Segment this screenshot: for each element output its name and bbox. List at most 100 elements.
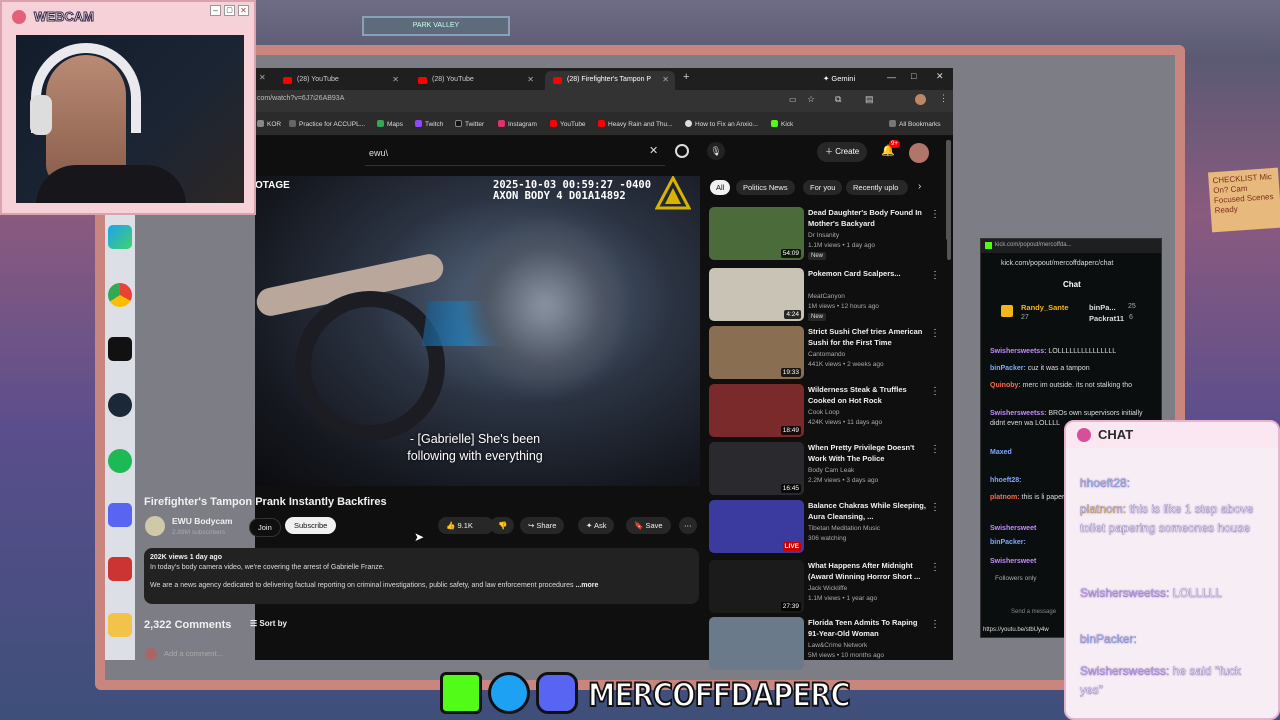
recommendation-channel[interactable]: Cantomando bbox=[808, 351, 845, 358]
recommendation-channel[interactable]: MeatCanyon bbox=[808, 293, 845, 300]
video-thumbnail[interactable]: LIVE bbox=[709, 500, 804, 553]
save-button[interactable]: 🔖 Save bbox=[626, 517, 671, 534]
tab-youtube-2[interactable]: (28) YouTube ✕ bbox=[410, 71, 540, 90]
sort-by-button[interactable]: ☰ Sort by bbox=[250, 619, 287, 628]
recommendation-title[interactable]: Dead Daughter's Body Found In Mother's B… bbox=[808, 207, 928, 229]
menu-icon[interactable]: ⋮ bbox=[939, 93, 948, 104]
discord-icon[interactable] bbox=[108, 503, 132, 527]
recommendation-item[interactable]: 19:33 Strict Sushi Chef tries American Su… bbox=[708, 326, 948, 382]
create-button[interactable]: ＋ Create bbox=[817, 142, 868, 162]
chat-username[interactable]: platnom: bbox=[990, 494, 1020, 501]
tab-youtube-1[interactable]: (28) YouTube ✕ bbox=[275, 71, 405, 90]
subscribe-button[interactable]: Subscribe bbox=[285, 517, 337, 534]
more-options-icon[interactable]: ⋮ bbox=[930, 386, 940, 397]
ask-button[interactable]: ✦ Ask bbox=[578, 517, 615, 534]
chrome-icon[interactable] bbox=[108, 283, 132, 307]
tab-close-icon[interactable]: ✕ bbox=[259, 73, 266, 82]
close-window-button[interactable]: ✕ bbox=[936, 71, 944, 82]
url-text[interactable]: com/watch?v=6J7i26AB93A bbox=[257, 95, 344, 102]
account-avatar[interactable] bbox=[909, 143, 929, 163]
clear-search-icon[interactable]: ✕ bbox=[649, 144, 658, 157]
folder-icon[interactable] bbox=[108, 613, 132, 637]
chat-username[interactable]: Maxed bbox=[990, 449, 1012, 456]
sidepanel-icon[interactable]: ▤ bbox=[865, 94, 874, 105]
chat-username[interactable]: Swishersweet bbox=[990, 525, 1036, 532]
more-options-icon[interactable]: ⋮ bbox=[930, 270, 940, 281]
star-icon[interactable]: ☆ bbox=[807, 94, 815, 105]
recommendation-title[interactable]: Pokemon Card Scalpers... bbox=[808, 268, 928, 279]
bookmark-kick[interactable]: Kick bbox=[771, 120, 793, 128]
chat-username[interactable]: binPacker: bbox=[990, 365, 1026, 372]
bookmark-heavy-rain[interactable]: Heavy Rain and Thu... bbox=[598, 120, 673, 128]
more-options-icon[interactable]: ⋮ bbox=[930, 444, 940, 455]
recommendation-channel[interactable]: Jack Wickliffe bbox=[808, 585, 847, 592]
more-options-icon[interactable]: ⋮ bbox=[930, 209, 940, 220]
sidebar-scrollbar[interactable] bbox=[946, 140, 950, 240]
add-comment-input[interactable]: Add a comment... bbox=[164, 649, 223, 658]
video-player[interactable]: OTAGE 2025-10-03 00:59:27 -0400 AXON BOD… bbox=[255, 176, 700, 486]
video-thumbnail[interactable]: 54:09 bbox=[709, 207, 804, 260]
recommendation-title[interactable]: When Pretty Privilege Doesn't Work With … bbox=[808, 442, 928, 464]
recommendation-item[interactable]: 4:24 Pokemon Card Scalpers... MeatCanyon 1M… bbox=[708, 268, 948, 324]
app-icon[interactable] bbox=[108, 557, 132, 581]
maximize-button[interactable]: □ bbox=[911, 71, 916, 81]
edge-icon[interactable] bbox=[108, 225, 132, 249]
video-thumbnail[interactable] bbox=[709, 617, 804, 670]
address-bar[interactable]: com/watch?v=6J7i26AB93A ▭ ☆ ⧉ ▤ ⋮ bbox=[255, 90, 953, 112]
video-thumbnail[interactable]: 4:24 bbox=[709, 268, 804, 321]
mic-icon[interactable]: 🎙 bbox=[707, 142, 725, 160]
chat-username[interactable]: Quinoby: bbox=[990, 382, 1021, 389]
kick-send-input[interactable]: Send a message bbox=[1011, 609, 1061, 616]
bookmark-maps[interactable]: Maps bbox=[377, 120, 403, 128]
recommendation-channel[interactable]: Law&Crime Network bbox=[808, 642, 867, 649]
bookmark-kor[interactable]: KOR bbox=[257, 120, 281, 128]
recommendation-item[interactable]: Florida Teen Admits To Raping 91-Year-Ol… bbox=[708, 617, 948, 673]
search-input[interactable]: ewu\ bbox=[365, 142, 665, 166]
recommendation-title[interactable]: Florida Teen Admits To Raping 91-Year-Ol… bbox=[808, 617, 928, 639]
recommendation-title[interactable]: Wilderness Steak & Truffles Cooked on Ho… bbox=[808, 384, 928, 406]
chip-for-you[interactable]: For you bbox=[803, 180, 843, 195]
video-thumbnail[interactable]: 27:39 bbox=[709, 560, 804, 613]
dislike-button[interactable]: 👎 bbox=[490, 517, 514, 534]
more-actions-button[interactable]: ⋯ bbox=[679, 517, 697, 534]
close-icon[interactable]: ✕ bbox=[662, 75, 669, 84]
bookmark-instagram[interactable]: Instagram bbox=[498, 120, 537, 128]
share-button[interactable]: ↪ Share bbox=[520, 517, 565, 534]
bookmark-youtube[interactable]: YouTube bbox=[550, 120, 586, 128]
recommendation-channel[interactable]: Cook Loop bbox=[808, 409, 839, 416]
search-icon[interactable] bbox=[675, 144, 689, 158]
recommendation-item[interactable]: 27:39 What Happens After Midnight (Award … bbox=[708, 560, 948, 616]
recommendation-item[interactable]: LIVE Balance Chakras While Sleeping, Aura… bbox=[708, 500, 948, 556]
channel-name[interactable]: EWU Bodycam bbox=[172, 516, 232, 526]
new-tab-button[interactable]: + bbox=[683, 71, 689, 83]
chat-username[interactable]: hhoeft28: bbox=[990, 477, 1022, 484]
bookmark-twitter[interactable]: Twitter bbox=[455, 120, 484, 128]
video-description[interactable]: 202K views 1 day ago In today's body cam… bbox=[144, 548, 699, 604]
bookmark-anxiety[interactable]: How to Fix an Anxio... bbox=[685, 120, 758, 128]
capcut-icon[interactable] bbox=[108, 337, 132, 361]
chip-politics-news[interactable]: Politics News bbox=[736, 180, 795, 195]
recommendation-item[interactable]: 54:09 Dead Daughter's Body Found In Mothe… bbox=[708, 207, 948, 263]
recommendation-channel[interactable]: Dr Insanity bbox=[808, 232, 839, 239]
recommendation-title[interactable]: Balance Chakras While Sleeping, Aura Cle… bbox=[808, 500, 928, 522]
more-options-icon[interactable]: ⋮ bbox=[930, 502, 940, 513]
all-bookmarks[interactable]: All Bookmarks bbox=[889, 120, 941, 128]
join-button[interactable]: Join bbox=[249, 518, 281, 537]
recommendation-title[interactable]: Strict Sushi Chef tries American Sushi f… bbox=[808, 326, 928, 348]
close-icon[interactable]: ✕ bbox=[392, 75, 399, 84]
recommendation-channel[interactable]: Tibetan Meditation Music bbox=[808, 525, 880, 532]
more-options-icon[interactable]: ⋮ bbox=[930, 562, 940, 573]
bookmark-accupl[interactable]: Practice for ACCUPL... bbox=[289, 120, 365, 128]
extensions-icon[interactable]: ⧉ bbox=[835, 94, 841, 105]
video-thumbnail[interactable]: 18:49 bbox=[709, 384, 804, 437]
more-link[interactable]: ...more bbox=[575, 582, 598, 589]
bookmark-twitch[interactable]: Twitch bbox=[415, 120, 443, 128]
chat-username[interactable]: Swishersweetss: bbox=[990, 410, 1046, 417]
cast-icon[interactable]: ▭ bbox=[789, 95, 797, 104]
chips-next-icon[interactable]: › bbox=[918, 181, 921, 192]
video-thumbnail[interactable]: 19:33 bbox=[709, 326, 804, 379]
close-icon[interactable]: ✕ bbox=[527, 75, 534, 84]
recommendation-channel[interactable]: Body Cam Leak bbox=[808, 467, 854, 474]
gemini-button[interactable]: ✦ Gemini bbox=[823, 74, 855, 83]
spotify-icon[interactable] bbox=[108, 449, 132, 473]
